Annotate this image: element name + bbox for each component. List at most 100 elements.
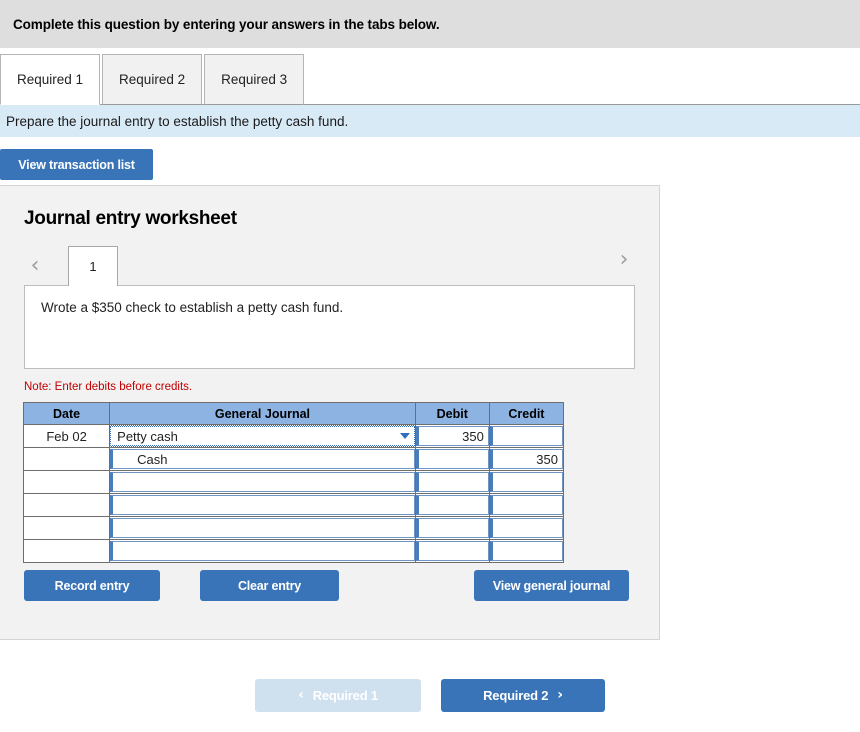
debit-value-1: 350 <box>462 428 484 444</box>
cell-debit-6[interactable] <box>414 539 490 563</box>
sub-instruction-text: Prepare the journal entry to establish t… <box>6 113 349 129</box>
cell-account-5[interactable] <box>109 516 416 540</box>
cell-credit-6[interactable] <box>488 539 565 563</box>
tab-required-2-label: Required 2 <box>119 72 186 87</box>
account-combobox-2[interactable]: Cash <box>110 449 415 469</box>
debit-input-2[interactable] <box>415 449 489 469</box>
column-header-general-journal: General Journal <box>109 402 416 425</box>
journal-entry-worksheet-panel: Journal entry worksheet ‹ 1 › Wrote a $3… <box>0 185 660 640</box>
cell-account-3[interactable] <box>109 470 416 494</box>
cell-date-3[interactable] <box>22 470 111 494</box>
cell-debit-1[interactable]: 350 <box>414 424 490 448</box>
cell-handle-icon <box>490 496 493 503</box>
worksheet-title: Journal entry worksheet <box>24 208 237 229</box>
cell-account-2[interactable]: Cash <box>109 447 416 471</box>
cell-debit-2[interactable] <box>414 447 490 471</box>
credit-input-5[interactable] <box>489 518 563 538</box>
cell-handle-icon <box>416 496 419 503</box>
table-row <box>22 493 565 517</box>
worksheet-action-row: Record entry Clear entry View general jo… <box>0 570 659 602</box>
debit-input-1[interactable]: 350 <box>415 426 489 446</box>
tab-required-1[interactable]: Required 1 <box>0 54 101 105</box>
credit-input-2[interactable]: 350 <box>489 449 563 469</box>
cell-credit-5[interactable] <box>488 516 565 540</box>
cell-handle-icon <box>113 450 114 457</box>
view-transaction-list-button[interactable]: View transaction list <box>0 149 153 180</box>
journal-entry-table: Date General Journal Debit Credit Feb 02… <box>22 402 565 563</box>
cell-account-1[interactable]: Petty cash <box>109 424 416 448</box>
debit-input-5[interactable] <box>415 518 489 538</box>
tab-required-2[interactable]: Required 2 <box>102 54 203 105</box>
cell-handle-icon <box>416 542 419 549</box>
cell-credit-2[interactable]: 350 <box>488 447 565 471</box>
account-combobox-6[interactable] <box>110 541 415 561</box>
column-header-date: Date <box>22 402 111 425</box>
worksheet-page-nav: ‹ 1 › <box>0 246 659 286</box>
cell-date-4[interactable] <box>22 493 111 517</box>
credit-input-6[interactable] <box>489 541 563 561</box>
worksheet-page-tab-1[interactable]: 1 <box>68 246 118 286</box>
table-row <box>22 516 565 540</box>
footer-next-required-button[interactable]: Required 2 › <box>441 678 605 712</box>
cell-account-6[interactable] <box>109 539 416 563</box>
footer-previous-label: Required 1 <box>312 687 378 703</box>
record-entry-button[interactable]: Record entry <box>24 570 160 601</box>
top-instruction-text: Complete this question by entering your … <box>13 16 440 32</box>
clear-entry-button[interactable]: Clear entry <box>200 570 339 601</box>
credit-value-2: 350 <box>536 451 558 467</box>
cell-credit-3[interactable] <box>488 470 565 494</box>
chevron-down-icon[interactable] <box>399 433 410 439</box>
debit-input-3[interactable] <box>415 472 489 492</box>
cell-debit-4[interactable] <box>414 493 490 517</box>
toolbar-row: View transaction list <box>0 137 860 180</box>
tab-required-3-label: Required 3 <box>221 72 288 87</box>
cell-handle-icon <box>416 450 419 457</box>
cell-date-5[interactable] <box>22 516 111 540</box>
table-row <box>22 470 565 494</box>
transaction-description-text: Wrote a $350 check to establish a petty … <box>41 300 344 315</box>
cell-handle-icon <box>416 519 419 526</box>
footer-navigation: ‹ Required 1 Required 2 › <box>0 677 860 713</box>
account-combobox-3[interactable] <box>110 472 415 492</box>
column-header-credit: Credit <box>488 402 565 425</box>
column-header-debit: Debit <box>414 402 490 425</box>
cell-debit-5[interactable] <box>414 516 490 540</box>
sub-instruction-band: Prepare the journal entry to establish t… <box>0 105 860 137</box>
credit-input-1[interactable] <box>489 426 563 446</box>
cell-handle-icon <box>490 542 493 549</box>
cell-debit-3[interactable] <box>414 470 490 494</box>
cell-handle-icon <box>490 473 493 480</box>
top-instruction-bar: Complete this question by entering your … <box>0 0 860 48</box>
cell-handle-icon <box>490 450 493 457</box>
cell-date-2[interactable] <box>22 447 111 471</box>
cell-date-6[interactable] <box>22 539 111 563</box>
cell-handle-icon <box>416 473 419 480</box>
credit-input-3[interactable] <box>489 472 563 492</box>
table-row: Cash 350 <box>22 447 565 471</box>
chevron-left-icon[interactable]: ‹ <box>24 252 46 280</box>
chevron-left-icon: ‹ <box>298 687 304 703</box>
journal-table-header-row: Date General Journal Debit Credit <box>22 402 565 425</box>
tab-required-3[interactable]: Required 3 <box>204 54 305 105</box>
cell-handle-icon <box>490 427 493 434</box>
cell-date-1[interactable]: Feb 02 <box>22 424 111 448</box>
account-combobox-1[interactable]: Petty cash <box>109 425 416 447</box>
table-row: Feb 02 Petty cash 350 <box>22 424 565 448</box>
cell-account-4[interactable] <box>109 493 416 517</box>
debit-input-6[interactable] <box>415 541 489 561</box>
credit-input-4[interactable] <box>489 495 563 515</box>
cell-credit-4[interactable] <box>488 493 565 517</box>
account-combobox-5[interactable] <box>110 518 415 538</box>
debits-before-credits-note: Note: Enter debits before credits. <box>24 381 193 393</box>
account-combobox-4[interactable] <box>110 495 415 515</box>
required-tab-strip: Required 1 Required 2 Required 3 <box>0 48 860 105</box>
view-general-journal-button[interactable]: View general journal <box>474 570 629 601</box>
tab-required-1-label: Required 1 <box>17 72 84 87</box>
cell-credit-1[interactable] <box>488 424 565 448</box>
cell-handle-icon <box>113 496 114 503</box>
chevron-right-icon[interactable]: › <box>613 246 635 274</box>
debit-input-4[interactable] <box>415 495 489 515</box>
footer-previous-required-button[interactable]: ‹ Required 1 <box>255 678 421 712</box>
account-value-2: Cash <box>137 451 168 467</box>
cell-handle-icon <box>490 519 493 526</box>
